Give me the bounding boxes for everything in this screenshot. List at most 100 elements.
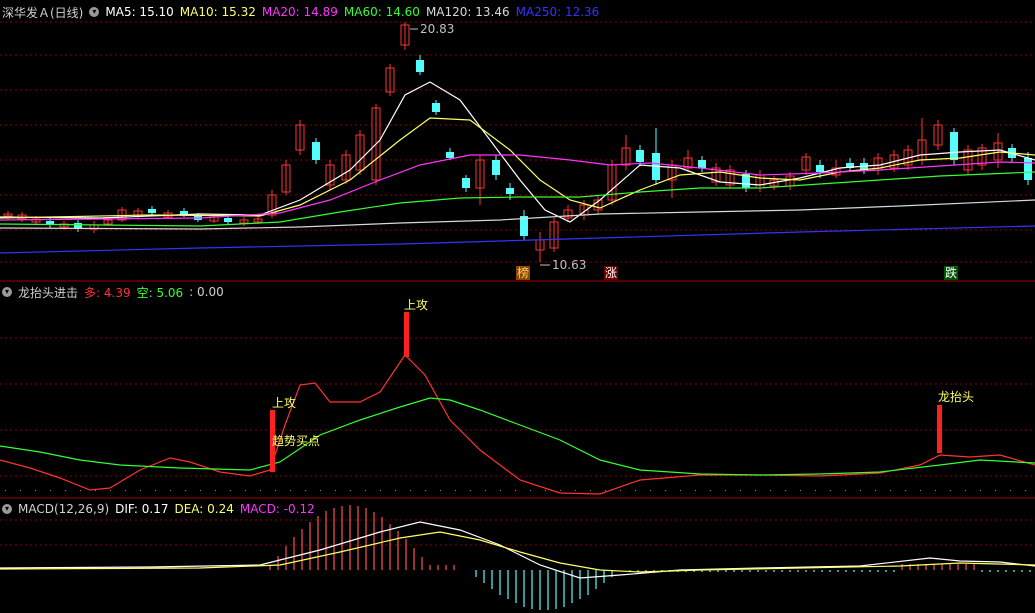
- baseline-dot: [335, 490, 336, 491]
- baseline-dot: [470, 490, 471, 491]
- baseline-dot: [95, 490, 96, 491]
- baseline-dot: [920, 490, 921, 491]
- candle-body: [492, 160, 500, 175]
- baseline-dot: [980, 490, 981, 491]
- baseline-dot: [185, 490, 186, 491]
- baseline-dot: [575, 490, 576, 491]
- baseline-dot: [800, 490, 801, 491]
- ma10-line: [0, 117, 1035, 219]
- baseline-dot: [170, 490, 171, 491]
- baseline-dot: [200, 490, 201, 491]
- baseline-dot: [50, 490, 51, 491]
- baseline-dot: [260, 490, 261, 491]
- indicator-toggle-icon[interactable]: ▾: [2, 287, 12, 297]
- signal-bar: [404, 312, 409, 357]
- label-qushi-maidian: 趋势买点: [272, 434, 320, 448]
- high-price-label: 20.83: [420, 22, 454, 36]
- baseline-dot: [1025, 490, 1026, 491]
- indicator-title[interactable]: 龙抬头进击: [18, 284, 78, 301]
- baseline-dot: [20, 490, 21, 491]
- macd-value: MACD: -0.12: [239, 502, 315, 516]
- baseline-dot: [995, 490, 996, 491]
- baseline-dot: [710, 490, 711, 491]
- baseline-dot: [680, 490, 681, 491]
- signal-label: 涨: [605, 265, 617, 280]
- baseline-dot: [815, 490, 816, 491]
- baseline-dot: [65, 490, 66, 491]
- candle-body: [506, 188, 514, 194]
- baseline-dot: [695, 490, 696, 491]
- baseline-dot: [755, 490, 756, 491]
- baseline-dot: [350, 490, 351, 491]
- candle-body: [74, 223, 82, 228]
- baseline-dot: [320, 490, 321, 491]
- candle-body: [816, 165, 824, 172]
- label-shanggong: 上攻: [272, 396, 296, 410]
- indicator-duo: 多: 4.39: [84, 285, 131, 300]
- candle-body: [312, 142, 320, 160]
- baseline-dot: [80, 490, 81, 491]
- macd-toggle-icon[interactable]: ▾: [2, 504, 12, 514]
- baseline-dot: [740, 490, 741, 491]
- candle-body: [224, 218, 232, 222]
- macd-dea: DEA: 0.24: [174, 502, 234, 516]
- dif-line: [0, 521, 1035, 579]
- candle-body: [446, 152, 454, 158]
- indicator-header: ▾ 龙抬头进击 多: 4.39 空: 5.06 : 0.00: [0, 283, 224, 301]
- baseline-dot: [620, 490, 621, 491]
- baseline-dot: [770, 490, 771, 491]
- baseline-dot: [845, 490, 846, 491]
- baseline-dot: [1010, 490, 1011, 491]
- signal-label: 跌: [945, 265, 957, 280]
- baseline-dot: [860, 490, 861, 491]
- chart-canvas[interactable]: 20.8310.63榜涨跌上攻上攻趋势买点龙抬头: [0, 0, 1035, 613]
- baseline-dot: [560, 490, 561, 491]
- baseline-dot: [5, 490, 6, 491]
- macd-title[interactable]: MACD(12,26,9): [18, 502, 109, 516]
- baseline-dot: [365, 490, 366, 491]
- candle-body: [950, 132, 958, 160]
- baseline-dot: [605, 490, 606, 491]
- baseline-dot: [725, 490, 726, 491]
- baseline-dot: [485, 490, 486, 491]
- baseline-dot: [395, 490, 396, 491]
- baseline-dot: [785, 490, 786, 491]
- candle-body: [1024, 158, 1032, 180]
- baseline-dot: [425, 490, 426, 491]
- baseline-dot: [230, 490, 231, 491]
- candle-body: [416, 60, 424, 72]
- baseline-dot: [215, 490, 216, 491]
- baseline-dot: [275, 490, 276, 491]
- baseline-dot: [890, 490, 891, 491]
- baseline-dot: [125, 490, 126, 491]
- baseline-dot: [545, 490, 546, 491]
- baseline-dot: [290, 490, 291, 491]
- candle-body: [636, 150, 644, 162]
- label-longtaitou: 龙抬头: [938, 390, 974, 404]
- baseline-dot: [155, 490, 156, 491]
- baseline-dot: [140, 490, 141, 491]
- candle-body: [462, 178, 470, 188]
- baseline-dot: [635, 490, 636, 491]
- low-price-label: 10.63: [552, 258, 586, 272]
- indicator-kong: 空: 5.06: [136, 285, 184, 300]
- baseline-dot: [650, 490, 651, 491]
- label-shanggong-top: 上攻: [404, 298, 428, 312]
- macd-header: ▾ MACD(12,26,9) DIF: 0.17 DEA: 0.24 MACD…: [0, 500, 315, 518]
- candle-body: [698, 160, 706, 168]
- baseline-dot: [410, 490, 411, 491]
- baseline-dot: [440, 490, 441, 491]
- baseline-dot: [515, 490, 516, 491]
- baseline-dot: [110, 490, 111, 491]
- ma5-line: [0, 81, 1035, 223]
- candle-body: [432, 103, 440, 112]
- candle-body: [148, 209, 156, 213]
- baseline-dot: [665, 490, 666, 491]
- signal-bar: [937, 405, 942, 453]
- baseline-dot: [455, 490, 456, 491]
- baseline-dot: [500, 490, 501, 491]
- baseline-dot: [950, 490, 951, 491]
- baseline-dot: [905, 490, 906, 491]
- indicator-extra: : 0.00: [189, 285, 224, 299]
- baseline-dot: [245, 490, 246, 491]
